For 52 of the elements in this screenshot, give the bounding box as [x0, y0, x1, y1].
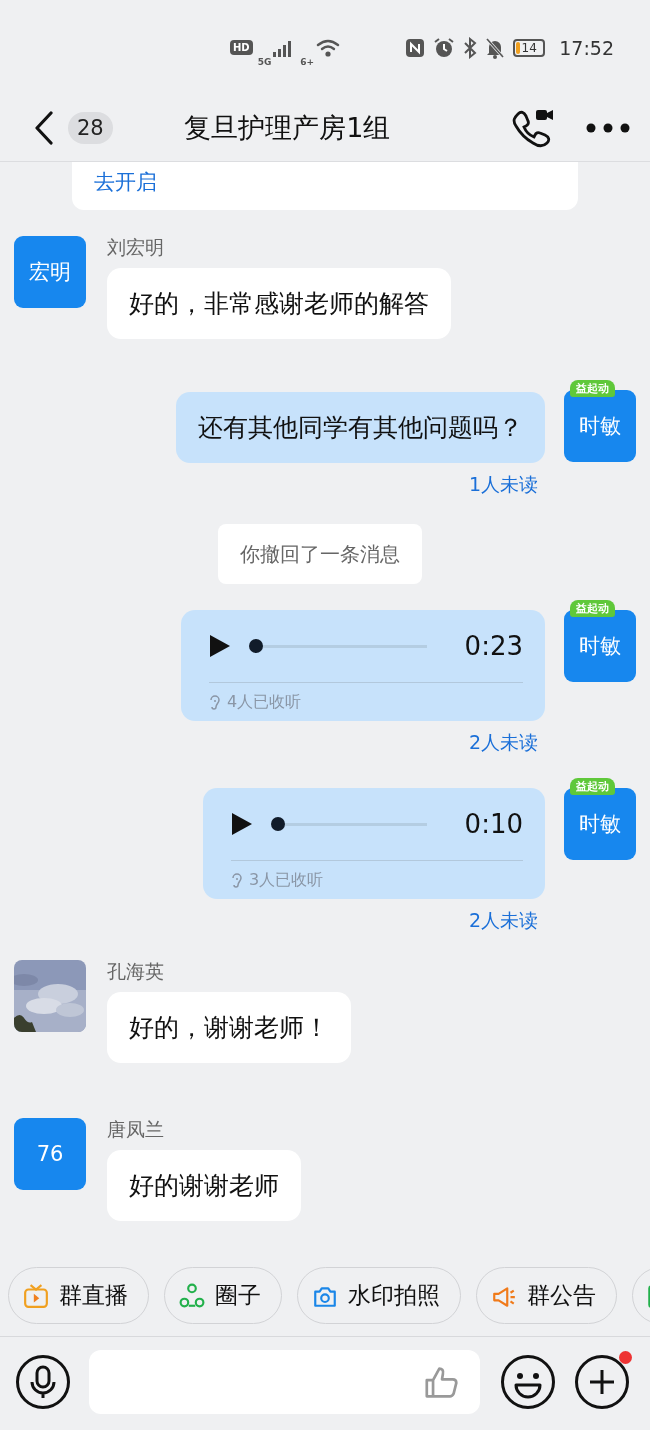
- avatar: 宏明: [14, 236, 86, 308]
- read-receipt[interactable]: 2人未读: [468, 908, 538, 934]
- voice-duration: 0:10: [464, 809, 523, 839]
- wifi-label: 6+: [300, 56, 315, 67]
- read-receipt[interactable]: 2人未读: [468, 730, 538, 756]
- play-icon[interactable]: [209, 634, 231, 658]
- quick-action-chip[interactable]: 群公告: [476, 1267, 617, 1324]
- message-bubble: 好的谢谢老师: [107, 1150, 301, 1221]
- listened-count: 4人已收听: [227, 691, 302, 713]
- back-icon[interactable]: [34, 111, 54, 145]
- network-label: 5G: [257, 56, 272, 67]
- ear-icon: [231, 872, 243, 888]
- nfc-icon: [405, 37, 426, 58]
- play-icon[interactable]: [231, 812, 253, 836]
- voice-message[interactable]: 0:10 3人已收听: [203, 788, 545, 899]
- chat-title: 复旦护理产房1组: [183, 111, 392, 145]
- sender-name: 刘宏明: [107, 235, 164, 260]
- clock: 17:52: [559, 36, 614, 59]
- quick-action-chip[interactable]: 群直播: [8, 1267, 149, 1324]
- wifi-icon: [316, 37, 341, 58]
- progress-thumb[interactable]: [271, 817, 285, 831]
- mute-bell-icon: [485, 36, 506, 59]
- emoji-icon[interactable]: [500, 1354, 556, 1410]
- thumbs-up-icon[interactable]: [424, 1365, 460, 1399]
- bluetooth-icon: [463, 36, 478, 59]
- avatar: 76: [14, 1118, 86, 1190]
- progress-thumb[interactable]: [249, 639, 263, 653]
- quick-action-chip[interactable]: 圈子: [164, 1267, 282, 1324]
- microphone-icon[interactable]: [15, 1354, 71, 1410]
- plus-icon[interactable]: [574, 1354, 630, 1410]
- alarm-icon: [433, 36, 456, 59]
- voice-message[interactable]: 0:23 4人已收听: [181, 610, 545, 721]
- battery-icon: 14: [513, 38, 546, 57]
- sender-name: 孔海英: [107, 959, 164, 984]
- unread-count-badge: 28: [68, 112, 113, 144]
- tv-icon: [23, 1282, 49, 1309]
- message-bubble: 好的，谢谢老师！: [107, 992, 351, 1063]
- read-receipt[interactable]: 1人未读: [468, 472, 538, 498]
- sender-name: 唐凤兰: [107, 1117, 164, 1142]
- message-bubble: 好的，非常感谢老师的解答: [107, 268, 451, 339]
- three-circles-icon: [179, 1282, 205, 1309]
- voice-duration: 0:23: [464, 631, 523, 661]
- hd-indicator: HD: [230, 40, 253, 55]
- recall-notice: 你撤回了一条消息: [218, 524, 422, 584]
- more-icon[interactable]: [586, 123, 630, 133]
- listened-count: 3人已收听: [249, 869, 324, 891]
- quick-action-chip[interactable]: 水印拍照: [297, 1267, 461, 1324]
- enable-link[interactable]: 去开启: [94, 170, 157, 194]
- message-bubble: 还有其他同学有其他问题吗？: [176, 392, 545, 463]
- video-call-icon[interactable]: [512, 108, 556, 148]
- message-input-field[interactable]: [89, 1350, 480, 1414]
- ear-icon: [209, 694, 221, 710]
